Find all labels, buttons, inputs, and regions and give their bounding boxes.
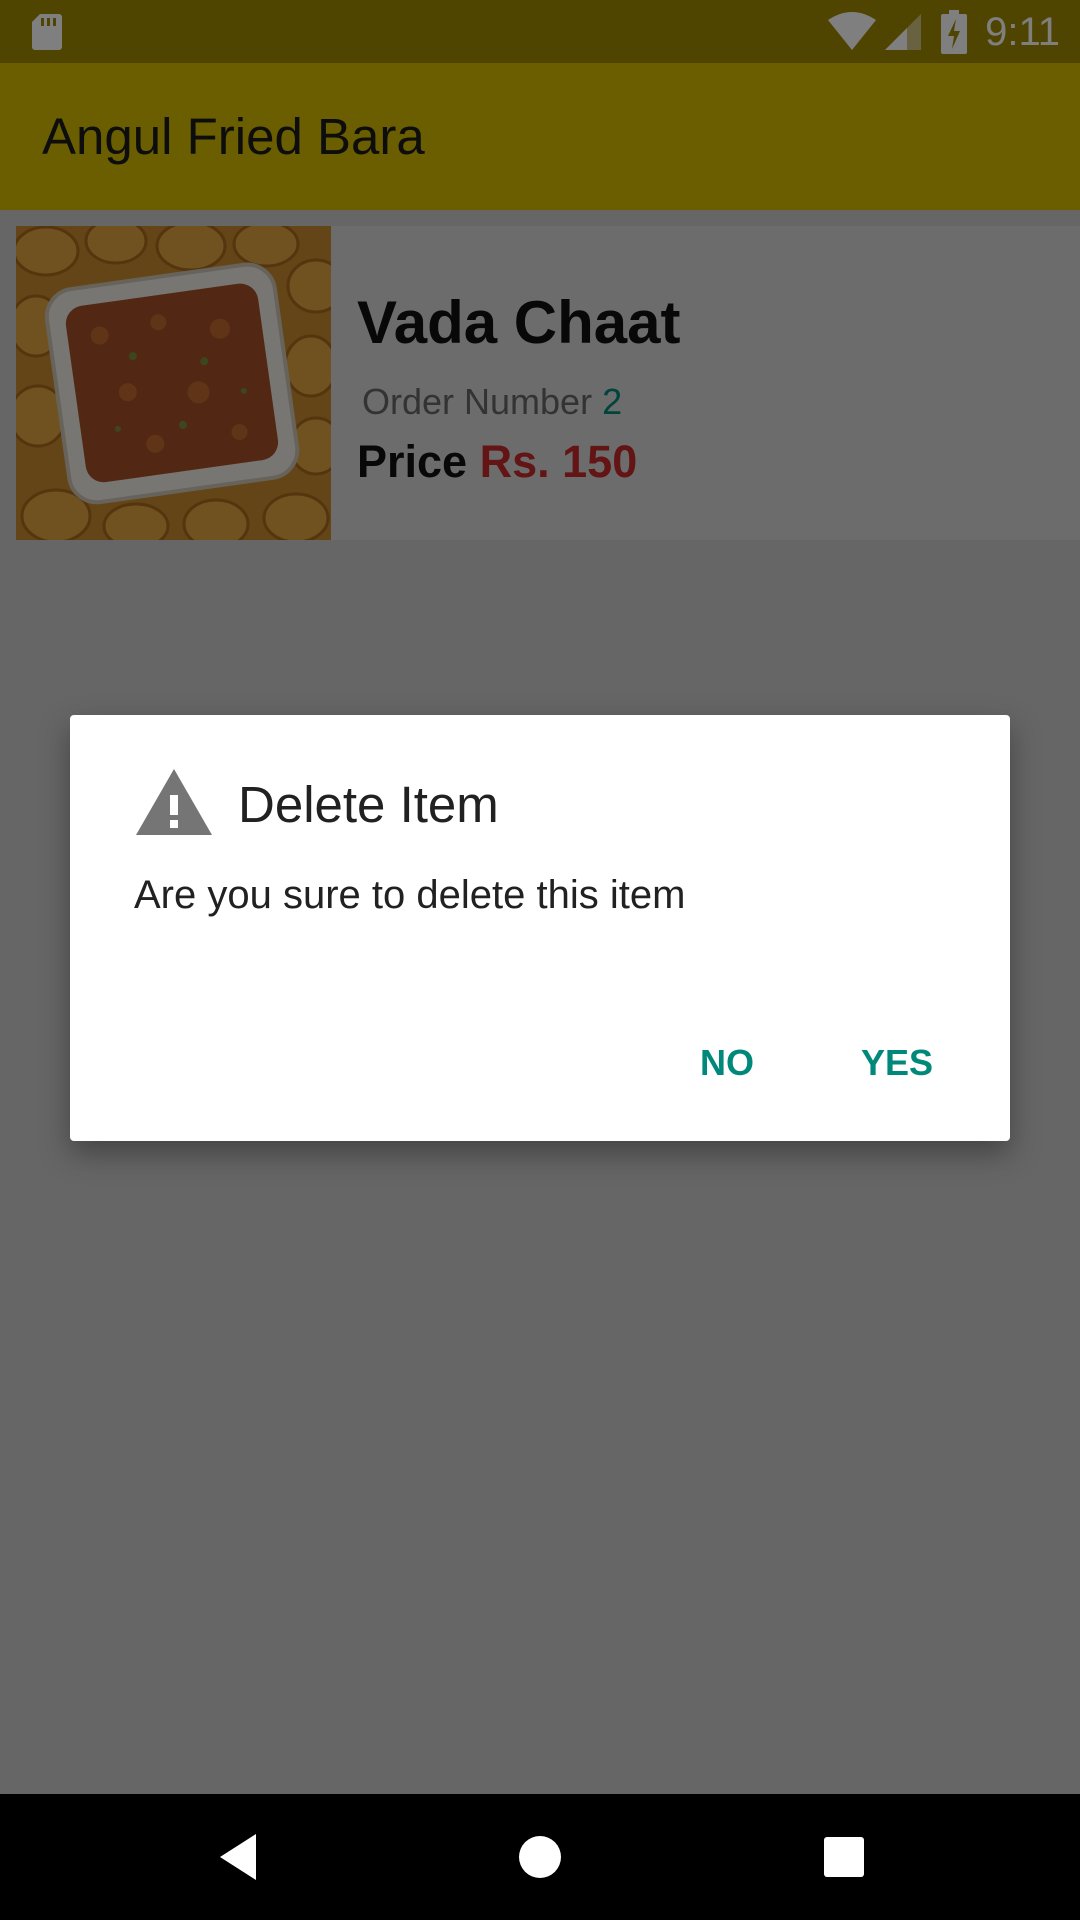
recents-button[interactable] xyxy=(774,1794,914,1920)
no-button[interactable]: NO xyxy=(676,1028,778,1098)
home-button[interactable] xyxy=(470,1794,610,1920)
navigation-bar xyxy=(0,1794,1080,1920)
dialog-message: Are you sure to delete this item xyxy=(134,873,686,917)
back-icon xyxy=(220,1834,256,1880)
home-icon xyxy=(519,1836,561,1878)
yes-button[interactable]: YES xyxy=(837,1028,957,1098)
recents-icon xyxy=(824,1837,864,1877)
back-button[interactable] xyxy=(168,1794,308,1920)
warning-icon xyxy=(136,769,212,835)
delete-item-dialog: Delete Item Are you sure to delete this … xyxy=(70,715,1010,1141)
dialog-title: Delete Item xyxy=(238,776,499,833)
